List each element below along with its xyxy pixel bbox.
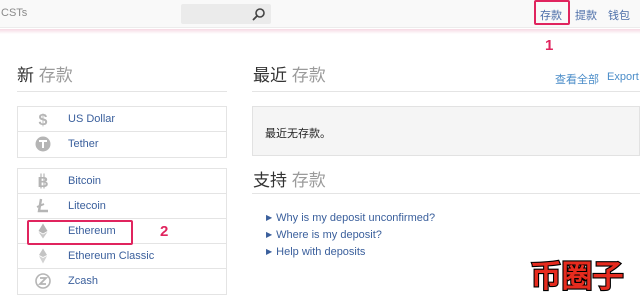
highlight-box-ethereum <box>27 220 133 245</box>
nav-withdraw[interactable]: 提款 <box>575 7 597 23</box>
currency-label: Tether <box>68 138 99 150</box>
recent-title-sub: 存款 <box>291 66 326 85</box>
dollar-icon: $ <box>39 112 48 127</box>
currency-item-bitcoin[interactable]: B Bitcoin <box>18 169 226 194</box>
currency-label: Bitcoin <box>68 175 102 187</box>
annotation-step-1: 1 <box>545 37 554 54</box>
currency-label: Litecoin <box>68 200 106 212</box>
currency-label: Zcash <box>68 275 98 287</box>
header-shadow <box>0 29 640 34</box>
view-all-link[interactable]: 查看全部 <box>555 71 599 87</box>
ethereum-classic-icon <box>39 248 47 264</box>
export-link[interactable]: Export <box>607 71 639 83</box>
currency-item-zcash[interactable]: Zcash <box>18 269 226 294</box>
caret-right-icon: ▶ <box>266 213 273 222</box>
currency-item-litecoin[interactable]: Litecoin <box>18 194 226 219</box>
new-deposit-title: 新 存款 <box>17 61 73 86</box>
highlight-box-deposit <box>534 0 570 25</box>
watermark-text: 币圈子 <box>531 259 624 294</box>
faq-link-label: Why is my deposit unconfirmed? <box>276 212 436 224</box>
recent-title-main: 最近 <box>253 66 287 85</box>
caret-right-icon: ▶ <box>266 247 273 256</box>
litecoin-icon <box>36 198 48 213</box>
divider <box>252 91 640 92</box>
faq-link-unconfirmed[interactable]: ▶ Why is my deposit unconfirmed? <box>266 212 435 224</box>
faq-link-label: Help with deposits <box>276 246 366 258</box>
new-deposit-title-sub: 存款 <box>38 66 73 85</box>
svg-text:$: $ <box>39 112 48 127</box>
watermark-logo: 币圈子 <box>529 258 624 294</box>
empty-state-text: 最近无存款。 <box>265 128 331 140</box>
faq-link-label: Where is my deposit? <box>276 229 382 241</box>
support-title: 支持 存款 <box>253 166 326 191</box>
currency-label: US Dollar <box>68 113 116 125</box>
brand-name[interactable]: CSTs <box>1 7 27 19</box>
search-icon[interactable] <box>252 7 266 21</box>
new-deposit-title-main: 新 <box>17 66 34 85</box>
recent-deposits-panel: 最近无存款。 <box>252 106 640 156</box>
fiat-currency-list: $ US Dollar Tether <box>17 106 227 158</box>
divider <box>17 91 227 92</box>
recent-deposits-title: 最近 存款 <box>253 61 326 86</box>
bitcoin-icon: B <box>38 173 49 189</box>
caret-right-icon: ▶ <box>266 230 273 239</box>
support-title-sub: 存款 <box>291 171 326 190</box>
faq-link-where[interactable]: ▶ Where is my deposit? <box>266 229 382 241</box>
currency-item-tether[interactable]: Tether <box>18 132 226 157</box>
svg-text:B: B <box>38 174 49 189</box>
tether-icon <box>35 136 51 152</box>
currency-item-us-dollar[interactable]: $ US Dollar <box>18 107 226 132</box>
support-title-main: 支持 <box>253 171 287 190</box>
divider <box>252 193 640 194</box>
currency-item-ethereum-classic[interactable]: Ethereum Classic <box>18 244 226 269</box>
faq-link-help[interactable]: ▶ Help with deposits <box>266 246 365 258</box>
zcash-icon <box>35 273 51 289</box>
nav-wallet[interactable]: 钱包 <box>608 7 630 23</box>
annotation-step-2: 2 <box>160 223 169 240</box>
currency-label: Ethereum Classic <box>68 250 155 262</box>
search-input[interactable] <box>181 4 271 24</box>
